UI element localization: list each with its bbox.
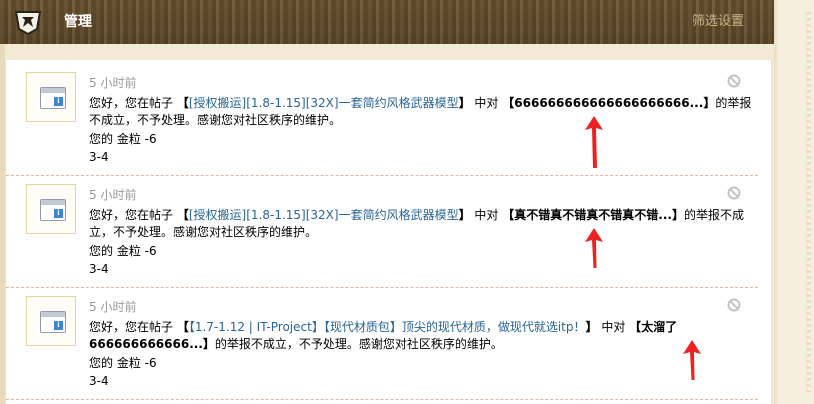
reward-value: -6 xyxy=(144,356,157,370)
document-icon: i xyxy=(40,311,66,333)
score-text: 3-4 xyxy=(89,150,109,164)
dismiss-icon[interactable] xyxy=(727,186,741,200)
header-bar: 管理 筛选设置 xyxy=(0,0,774,44)
notification-time: 5 小时前 xyxy=(89,76,137,90)
message-prefix: 您好，您在帖子 xyxy=(89,96,174,110)
bracket-open: 【 xyxy=(502,96,515,110)
reward-value: -6 xyxy=(144,132,157,146)
system-notice-avatar: i xyxy=(26,184,76,234)
bracket-close: 】 xyxy=(202,337,215,351)
right-rail xyxy=(774,0,814,404)
reward-line: 您的 金粒 -6 xyxy=(89,355,157,372)
reply-quote: 666666666666666666666... xyxy=(514,96,704,110)
bracket-open: 【 xyxy=(502,208,515,222)
notification-message: 您好，您在帖子 【[授权搬运][1.8-1.15][32X]一套简约风格武器模型… xyxy=(89,207,759,241)
thread-link[interactable]: [授权搬运][1.8-1.15][32X]一套简约风格武器模型 xyxy=(189,96,459,110)
reward-label: 您的 金粒 xyxy=(89,244,141,258)
bracket-close: 】 xyxy=(671,208,684,222)
message-suffix: 的举报不成立，不予处理。感谢您对社区秩序的维护。 xyxy=(214,337,503,351)
rail-texture xyxy=(806,12,811,392)
red-up-arrow-annotation xyxy=(585,228,603,268)
red-up-arrow-annotation xyxy=(585,116,603,168)
notification-time: 5 小时前 xyxy=(89,300,137,314)
bracket-open: 【 xyxy=(176,208,189,222)
item-divider xyxy=(6,287,758,288)
system-notice-avatar: i xyxy=(26,296,76,346)
document-icon: i xyxy=(40,87,66,109)
score-text: 3-4 xyxy=(89,374,109,388)
bracket-close: 】 xyxy=(585,320,598,334)
message-prefix: 您好，您在帖子 xyxy=(89,208,174,222)
notification-time: 5 小时前 xyxy=(89,188,137,202)
message-prefix: 您好，您在帖子 xyxy=(89,320,174,334)
notification-message: 您好，您在帖子 【【1.7-1.12 | IT-Project】【现代材质包】顶… xyxy=(89,319,759,353)
message-mid: 中对 xyxy=(601,320,626,334)
item-divider xyxy=(6,175,758,176)
filter-settings-link[interactable]: 筛选设置 xyxy=(692,0,744,44)
message-mid: 中对 xyxy=(474,96,499,110)
thread-link[interactable]: [授权搬运][1.8-1.15][32X]一套简约风格武器模型 xyxy=(189,208,459,222)
bracket-close: 】 xyxy=(458,208,471,222)
reward-label: 您的 金粒 xyxy=(89,132,141,146)
bracket-open: 【 xyxy=(176,96,189,110)
bracket-close: 】 xyxy=(458,96,471,110)
reward-label: 您的 金粒 xyxy=(89,356,141,370)
message-mid: 中对 xyxy=(474,208,499,222)
pickaxe-shield-icon xyxy=(14,11,42,35)
system-notice-avatar: i xyxy=(26,72,76,122)
dismiss-icon[interactable] xyxy=(727,298,741,312)
thread-link[interactable]: 【1.7-1.12 | IT-Project】【现代材质包】顶尖的现代材质，做现… xyxy=(189,320,586,334)
score-text: 3-4 xyxy=(89,262,109,276)
document-icon: i xyxy=(40,199,66,221)
red-up-arrow-annotation xyxy=(683,340,701,380)
item-divider xyxy=(6,399,758,400)
reward-line: 您的 金粒 -6 xyxy=(89,131,157,148)
reply-quote: 真不错真不错真不错真不错... xyxy=(514,208,672,222)
reward-value: -6 xyxy=(144,244,157,258)
bracket-close: 】 xyxy=(703,96,716,110)
dismiss-icon[interactable] xyxy=(727,74,741,88)
notification-list: i 5 小时前 您好，您在帖子 【[授权搬运][1.8-1.15][32X]一套… xyxy=(5,60,772,404)
page-title: 管理 xyxy=(64,14,92,30)
reward-line: 您的 金粒 -6 xyxy=(89,243,157,260)
bracket-open: 【 xyxy=(176,320,189,334)
bracket-open: 【 xyxy=(629,320,642,334)
notification-message: 您好，您在帖子 【[授权搬运][1.8-1.15][32X]一套简约风格武器模型… xyxy=(89,95,759,129)
